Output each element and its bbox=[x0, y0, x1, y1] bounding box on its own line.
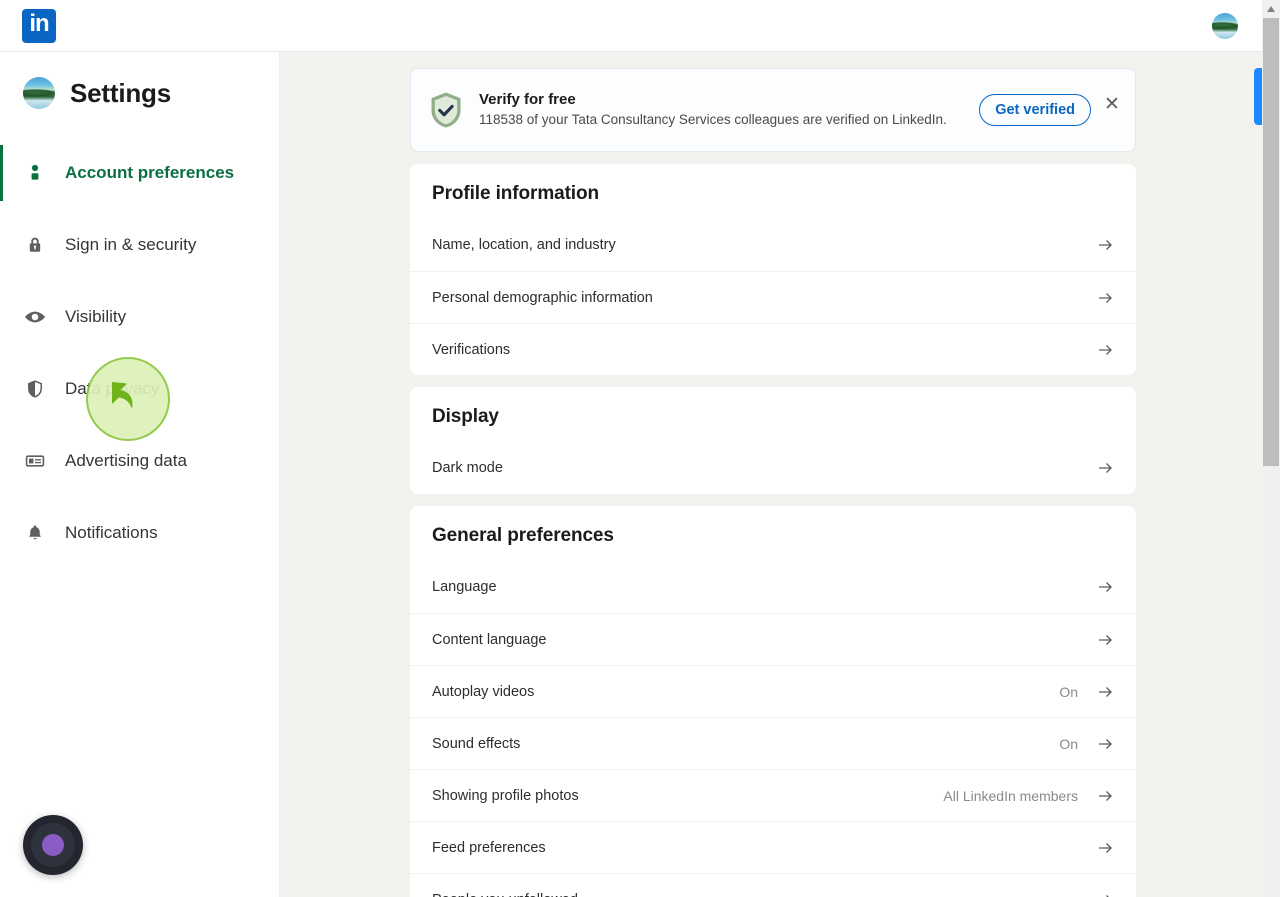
setting-label: Sound effects bbox=[432, 735, 521, 752]
setting-row-personal-demographic-information[interactable]: Personal demographic information bbox=[410, 271, 1136, 323]
setting-row-autoplay-videos[interactable]: Autoplay videos On bbox=[410, 665, 1136, 717]
setting-label: Verifications bbox=[432, 341, 511, 358]
lock-icon bbox=[24, 234, 46, 256]
record-widget-dot bbox=[42, 834, 64, 856]
ad-card-icon bbox=[24, 450, 46, 472]
sidebar-item-label: Account preferences bbox=[65, 163, 235, 182]
general-preferences-card: General preferences Language Content lan… bbox=[410, 506, 1136, 897]
eye-icon bbox=[24, 306, 46, 328]
settings-sidebar: Settings Account preferences Sign in & s… bbox=[0, 52, 280, 897]
person-icon bbox=[24, 162, 46, 184]
sidebar-item-label: Sign in & security bbox=[65, 235, 197, 254]
sidebar-item-label: Visibility bbox=[65, 307, 127, 326]
setting-label: People you unfollowed bbox=[432, 892, 1078, 897]
vertical-scrollbar[interactable] bbox=[1262, 0, 1280, 897]
verify-banner: Verify for free 118538 of your Tata Cons… bbox=[410, 68, 1136, 152]
setting-row-showing-profile-photos[interactable]: Showing profile photos All LinkedIn memb… bbox=[410, 769, 1136, 821]
arrow-right-icon bbox=[1096, 341, 1114, 359]
setting-value: On bbox=[1059, 735, 1078, 752]
card-title: General preferences bbox=[432, 525, 614, 546]
sidebar-item-label: Data privacy bbox=[65, 379, 160, 398]
setting-row-verifications[interactable]: Verifications bbox=[410, 323, 1136, 375]
setting-label: Feed preferences bbox=[432, 839, 546, 856]
arrow-right-icon bbox=[1096, 891, 1114, 897]
sidebar-item-notifications[interactable]: Notifications bbox=[0, 497, 279, 569]
setting-label: Language bbox=[432, 579, 497, 595]
global-header: in bbox=[0, 0, 1262, 52]
sidebar-item-label: Advertising data bbox=[65, 451, 187, 470]
sidebar-item-visibility[interactable]: Visibility bbox=[0, 281, 279, 353]
setting-row-feed-preferences[interactable]: Feed preferences bbox=[410, 821, 1136, 873]
card-title: Profile information bbox=[432, 183, 599, 204]
shield-icon bbox=[24, 378, 46, 400]
arrow-right-icon bbox=[1096, 631, 1114, 649]
bell-icon bbox=[24, 522, 46, 544]
setting-row-language[interactable]: Language bbox=[410, 561, 1136, 613]
header-avatar[interactable] bbox=[1212, 12, 1238, 39]
page-title: Settings bbox=[70, 77, 171, 108]
record-widget-ring bbox=[31, 823, 75, 867]
sidebar-item-account-preferences[interactable]: Account preferences bbox=[0, 137, 279, 209]
settings-header: Settings bbox=[0, 52, 279, 109]
setting-value: On bbox=[1059, 683, 1078, 700]
verified-shield-icon bbox=[429, 91, 463, 129]
sidebar-item-data-privacy[interactable]: Data privacy bbox=[0, 353, 279, 425]
arrow-right-icon bbox=[1096, 578, 1114, 596]
setting-row-dark-mode[interactable]: Dark mode bbox=[410, 442, 1136, 494]
avatar[interactable] bbox=[23, 77, 55, 109]
arrow-right-icon bbox=[1096, 459, 1114, 477]
card-title: Display bbox=[432, 406, 499, 427]
verify-banner-text: Verify for free 118538 of your Tata Cons… bbox=[479, 91, 979, 129]
setting-row-people-you-unfollowed[interactable]: People you unfollowed bbox=[410, 873, 1136, 897]
setting-label: Name, location, and industry bbox=[432, 237, 616, 253]
setting-label: Dark mode bbox=[432, 460, 503, 476]
setting-label: Content language bbox=[432, 631, 547, 648]
arrow-right-icon bbox=[1096, 683, 1114, 701]
setting-row-sound-effects[interactable]: Sound effects On bbox=[410, 717, 1136, 769]
get-verified-button[interactable]: Get verified bbox=[979, 94, 1091, 126]
verify-banner-title: Verify for free bbox=[479, 91, 576, 109]
scroll-up-icon[interactable] bbox=[1262, 0, 1280, 18]
arrow-right-icon bbox=[1096, 735, 1114, 753]
close-icon[interactable]: ✕ bbox=[1101, 93, 1123, 115]
linkedin-settings-page: in Settings Account preferences Sign in … bbox=[0, 0, 1280, 897]
sidebar-item-advertising-data[interactable]: Advertising data bbox=[0, 425, 279, 497]
linkedin-logo-icon[interactable]: in bbox=[22, 8, 56, 43]
setting-row-name-location-industry[interactable]: Name, location, and industry bbox=[410, 219, 1136, 271]
record-widget-button[interactable] bbox=[23, 815, 83, 875]
arrow-right-icon bbox=[1096, 289, 1114, 307]
arrow-right-icon bbox=[1096, 236, 1114, 254]
sidebar-nav: Account preferences Sign in & security V… bbox=[0, 137, 279, 569]
setting-label: Autoplay videos bbox=[432, 683, 535, 700]
content-column: Verify for free 118538 of your Tata Cons… bbox=[410, 68, 1136, 897]
scrollbar-thumb[interactable] bbox=[1263, 18, 1279, 466]
sidebar-item-sign-in-security[interactable]: Sign in & security bbox=[0, 209, 279, 281]
profile-information-card: Profile information Name, location, and … bbox=[410, 164, 1136, 375]
main-content: Verify for free 118538 of your Tata Cons… bbox=[280, 52, 1262, 897]
setting-label: Showing profile photos bbox=[432, 787, 579, 804]
arrow-right-icon bbox=[1096, 839, 1114, 857]
tab-indicator bbox=[1254, 68, 1262, 125]
setting-label: Personal demographic information bbox=[432, 289, 653, 306]
arrow-right-icon bbox=[1096, 787, 1114, 805]
setting-value: All LinkedIn members bbox=[943, 787, 1078, 804]
sidebar-item-label: Notifications bbox=[65, 523, 158, 542]
setting-row-content-language[interactable]: Content language bbox=[410, 613, 1136, 665]
display-card: Display Dark mode bbox=[410, 387, 1136, 494]
verify-banner-subtitle: 118538 of your Tata Consultancy Services… bbox=[479, 112, 947, 128]
